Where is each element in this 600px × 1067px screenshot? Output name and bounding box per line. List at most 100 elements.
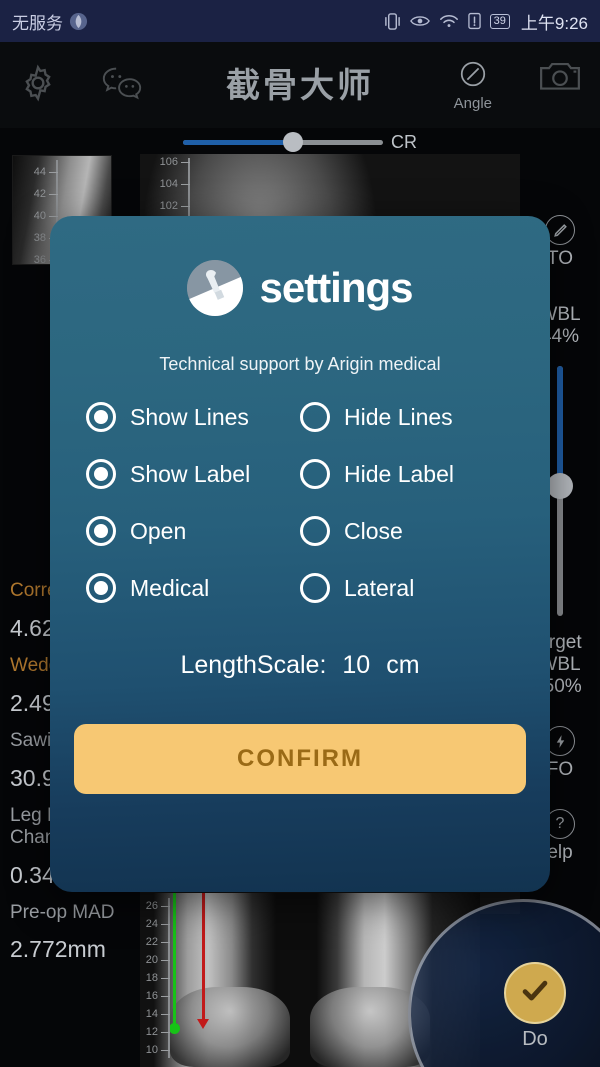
radio-label: Show Label <box>130 460 251 487</box>
status-icons: 39 上午9:26 <box>384 9 588 34</box>
mechanical-axis-line-green <box>173 893 176 1029</box>
check-icon <box>518 974 552 1013</box>
radio-option-medical[interactable]: Medical <box>86 573 300 603</box>
ruler-number: 16 <box>145 990 158 1002</box>
radio-label: Show Lines <box>130 403 249 430</box>
radio-hide-label-icon[interactable] <box>300 459 330 489</box>
radio-lateral-icon[interactable] <box>300 573 330 603</box>
ruler-tick <box>161 906 170 907</box>
battery-indicator: 39 <box>489 13 510 29</box>
ruler-number: 22 <box>145 936 158 948</box>
cr-slider-thumb[interactable] <box>283 132 303 152</box>
ruler-number: 18 <box>145 972 158 984</box>
radio-medical-icon[interactable] <box>86 573 116 603</box>
radio-option-open[interactable]: Open <box>86 516 300 546</box>
vibrate-icon <box>384 12 401 31</box>
ruler-number: 24 <box>145 918 158 930</box>
radio-show-lines-icon[interactable] <box>86 402 116 432</box>
ruler-tick <box>49 216 58 217</box>
ruler-number: 10 <box>145 1044 158 1056</box>
cr-slider-label: CR <box>391 131 417 152</box>
ankle-left <box>170 987 290 1067</box>
ruler-number: 20 <box>145 954 158 966</box>
radio-label: Close <box>344 517 403 544</box>
dfo-label: FO <box>546 759 574 780</box>
support-text: Technical support by Arigin medical <box>159 354 441 374</box>
ruler-number: 36 <box>33 254 46 266</box>
radio-option-show-label[interactable]: Show Label <box>86 459 300 489</box>
signal-icon <box>69 12 88 31</box>
radio-option-close[interactable]: Close <box>300 516 514 546</box>
ruler-number: 12 <box>145 1026 158 1038</box>
radio-label: Hide Lines <box>344 403 453 430</box>
app-root: 无服务 39 上午9:26 44 42 40 38 36 106 104 102… <box>0 0 600 1067</box>
wbl-slider-fill <box>557 366 563 486</box>
radio-label: Open <box>130 517 187 544</box>
carrier-label: 无服务 <box>12 13 63 33</box>
radio-open-icon[interactable] <box>86 516 116 546</box>
camera-icon[interactable] <box>538 58 582 99</box>
measurement-value: 2.772mm <box>10 936 106 963</box>
ruler-number: 106 <box>159 156 178 168</box>
ruler-number: 42 <box>33 188 46 200</box>
measurement-key: Pre-op MAD <box>10 901 115 923</box>
ruler-number: 14 <box>145 1008 158 1020</box>
ruler-number: 104 <box>159 178 178 190</box>
wechat-icon[interactable] <box>100 63 144 108</box>
length-scale-unit: cm <box>386 651 420 679</box>
dialog-header: settings <box>187 260 414 316</box>
ruler-tick <box>181 162 190 163</box>
cr-slider-track[interactable] <box>183 132 383 152</box>
ruler-tick <box>181 206 190 207</box>
ruler-number: 40 <box>33 210 46 222</box>
eye-care-icon <box>409 13 430 29</box>
alert-icon <box>467 12 481 30</box>
status-clock: 上午9:26 <box>520 13 588 33</box>
angle-button[interactable]: Angle <box>454 59 492 112</box>
radio-close-icon[interactable] <box>300 516 330 546</box>
wbl-slider-thumb[interactable] <box>547 473 573 499</box>
radio-hide-lines-icon[interactable] <box>300 402 330 432</box>
ruler-tick <box>161 978 170 979</box>
ruler-number: 102 <box>159 200 178 212</box>
ruler-tick <box>161 942 170 943</box>
axis-endpoint-red <box>197 1019 209 1029</box>
gear-icon[interactable] <box>18 63 58 108</box>
do-button-label: Do <box>522 1028 548 1050</box>
wifi-icon <box>439 13 459 29</box>
app-header: Angle <box>0 42 600 128</box>
ruler-tick <box>161 1050 170 1051</box>
radio-row-wedge: Open Close <box>76 516 524 546</box>
cr-slider-row[interactable]: CR <box>0 130 600 154</box>
ruler-tick <box>181 184 190 185</box>
angle-label: Angle <box>453 94 492 112</box>
confirm-button[interactable]: CONFIRM <box>74 724 526 794</box>
radio-label: Hide Label <box>344 460 454 487</box>
radio-option-lateral[interactable]: Lateral <box>300 573 514 603</box>
length-scale-row[interactable]: LengthScale: 10 cm <box>180 651 419 680</box>
settings-dialog: settings Technical support by Arigin med… <box>50 216 550 892</box>
ruler-number: 44 <box>33 166 46 178</box>
ruler-tick <box>161 924 170 925</box>
length-scale-label: LengthScale: <box>180 651 327 679</box>
radio-option-hide-label[interactable]: Hide Label <box>300 459 514 489</box>
ruler-tick <box>161 1032 170 1033</box>
radio-show-label-icon[interactable] <box>86 459 116 489</box>
cr-slider-fill <box>183 139 293 145</box>
carrier-area: 无服务 <box>12 9 88 34</box>
length-scale-input[interactable]: 10 <box>342 651 370 680</box>
ruler-number: 38 <box>33 232 46 244</box>
do-button[interactable] <box>504 962 566 1024</box>
do-button-wrap[interactable]: Do <box>480 962 590 1051</box>
radio-row-side: Medical Lateral <box>76 573 524 603</box>
bone-circle-logo-icon <box>187 260 244 316</box>
ruler-tick <box>161 1014 170 1015</box>
ruler-tick <box>161 996 170 997</box>
ruler-number: 26 <box>145 900 158 912</box>
mechanical-axis-line-red <box>202 893 205 1023</box>
radio-option-hide-lines[interactable]: Hide Lines <box>300 402 514 432</box>
axis-endpoint-green <box>169 1023 180 1034</box>
angle-icon <box>458 59 488 94</box>
radio-label: Medical <box>130 574 210 601</box>
radio-option-show-lines[interactable]: Show Lines <box>86 402 300 432</box>
